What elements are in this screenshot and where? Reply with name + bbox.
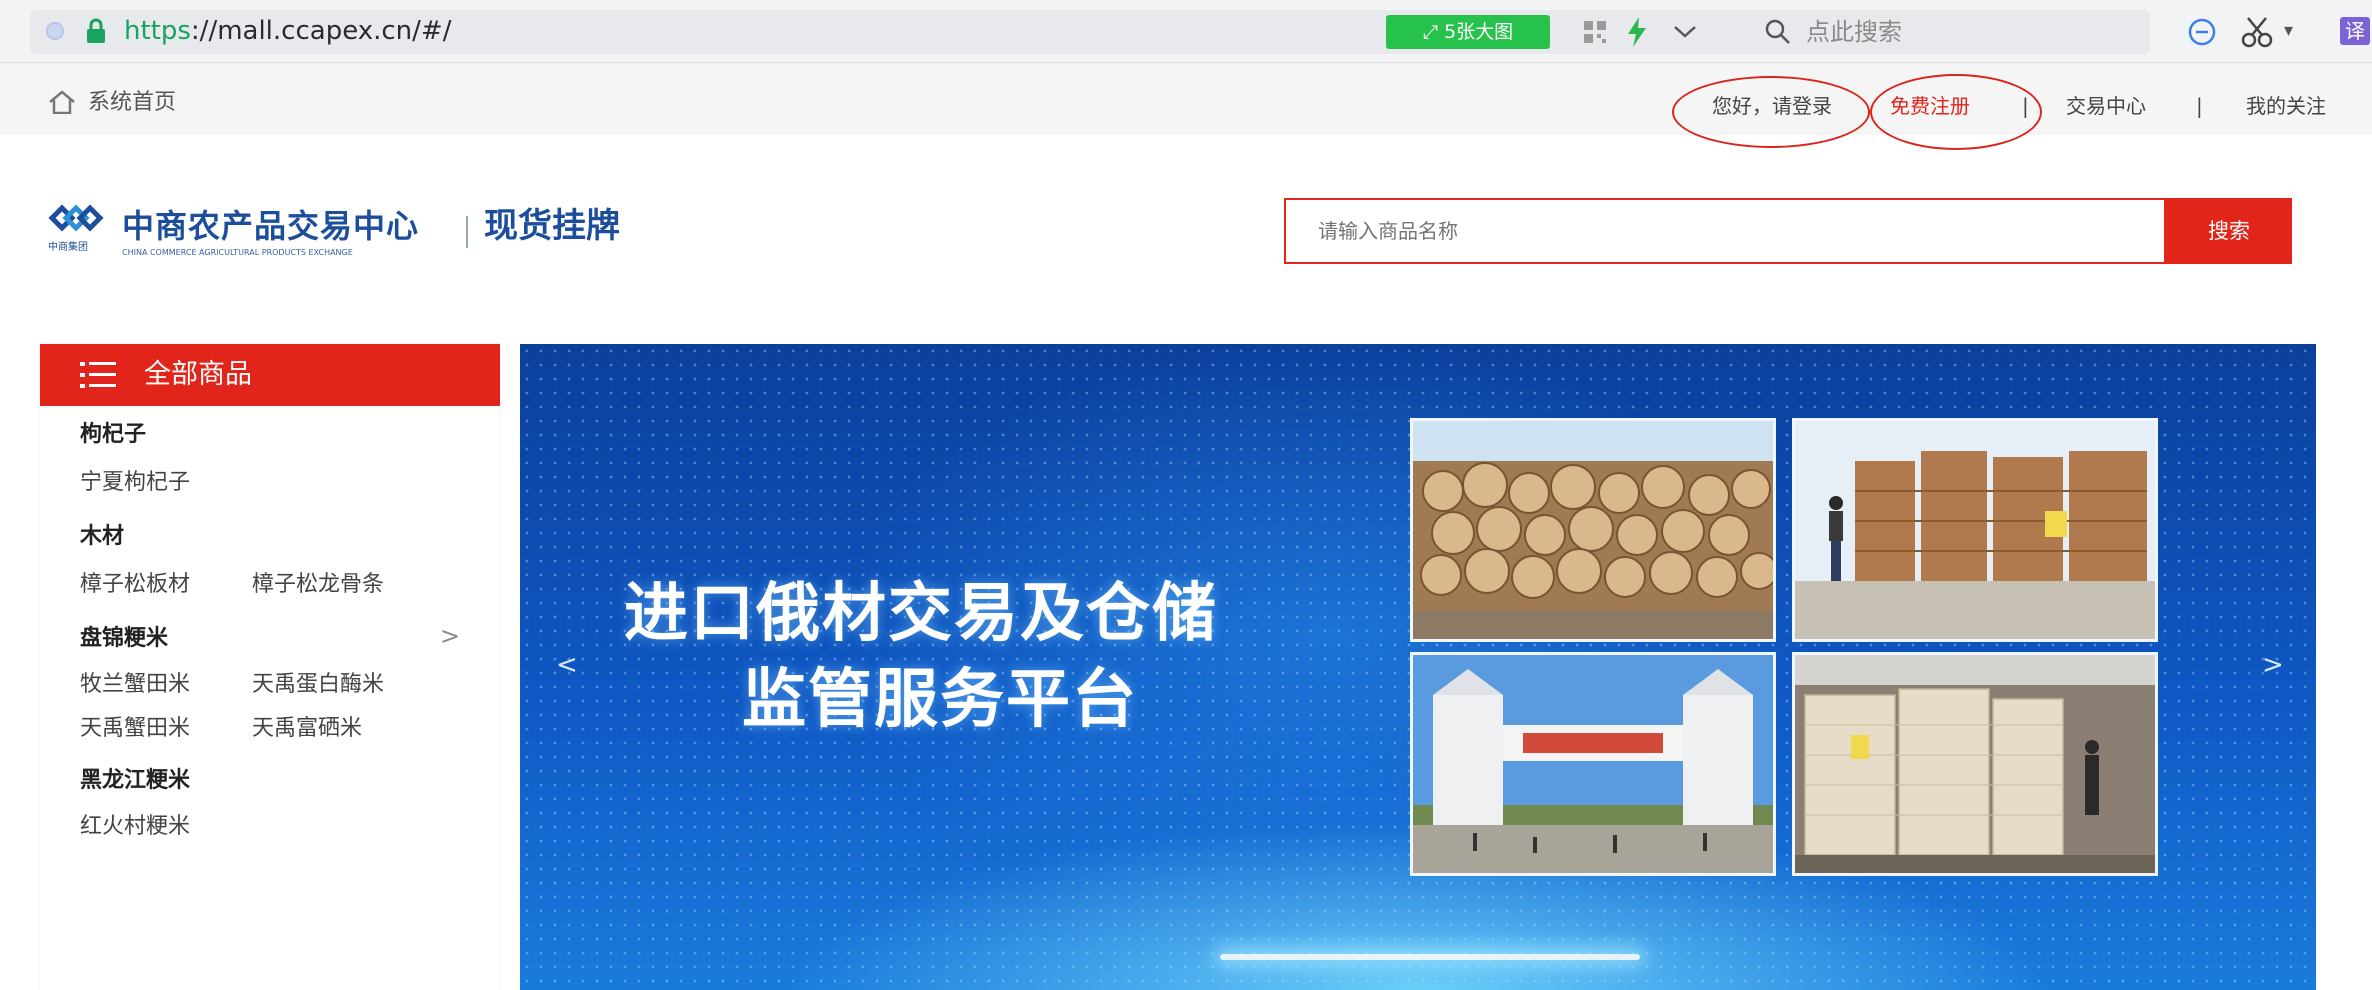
home-link[interactable]: 系统首页 <box>88 88 176 118</box>
category-sidebar-title: 全部商品 <box>144 359 252 390</box>
banner-photo-warehouse <box>1792 652 2158 876</box>
category-heading-heilongjiang-rice[interactable]: 黑龙江粳米 <box>80 766 190 796</box>
scissors-icon[interactable] <box>2240 16 2274 48</box>
carousel-prev-arrow[interactable]: < <box>556 650 578 680</box>
banner-carousel[interactable]: 进口俄材交易及仓储 监管服务平台 < > <box>520 344 2316 990</box>
url-path: ://mall.ccapex.cn/#/ <box>190 16 452 46</box>
logo-title[interactable]: 中商农产品交易中心 <box>122 206 419 246</box>
banner-photo-log-pile <box>1410 418 1776 642</box>
trade-center-link[interactable]: 交易中心 <box>2066 92 2146 120</box>
caret-down-icon[interactable]: ▾ <box>2284 20 2293 41</box>
expand-icon: ⤢ <box>1422 21 1445 43</box>
logo-section-title: 现货挂牌 <box>484 206 620 246</box>
category-item[interactable]: 樟子松板材 <box>80 570 190 600</box>
category-heading-goji[interactable]: 枸杞子 <box>80 420 146 450</box>
product-search-input[interactable] <box>1284 198 2166 264</box>
url-scheme: https <box>124 16 191 46</box>
url-text[interactable]: https://mall.ccapex.cn/#/ <box>124 13 451 49</box>
category-item[interactable]: 牧兰蟹田米 <box>80 670 190 700</box>
category-item[interactable]: 天禹富硒米 <box>252 714 362 744</box>
category-item[interactable]: 宁夏枸杞子 <box>80 468 190 498</box>
category-item[interactable]: 天禹蟹田米 <box>80 714 190 744</box>
banner-title-line-1: 进口俄材交易及仓储 <box>624 576 1218 651</box>
logo-divider <box>466 216 468 248</box>
lock-icon[interactable] <box>86 18 106 44</box>
category-item[interactable]: 红火村粳米 <box>80 812 190 842</box>
banner-photo-lumber-stacks <box>1792 418 2158 642</box>
logo-subtitle-en: CHINA COMMERCE AGRICULTURAL PRODUCTS EXC… <box>122 248 353 257</box>
category-item[interactable]: 樟子松龙骨条 <box>252 570 384 600</box>
search-icon <box>1764 18 1792 46</box>
browser-search-placeholder: 点此搜索 <box>1806 18 1902 46</box>
minus-circle-icon[interactable] <box>2188 18 2216 46</box>
category-heading-panjin-rice[interactable]: 盘锦粳米 <box>80 624 168 654</box>
home-icon[interactable] <box>48 90 76 115</box>
lightning-icon[interactable] <box>1626 17 1648 47</box>
nav-separator: | <box>2196 94 2203 118</box>
banner-photo-port-gate <box>1410 652 1776 876</box>
site-info-icon[interactable] <box>46 22 64 40</box>
logo-mark-icon[interactable]: 中商集团 <box>44 198 110 260</box>
category-heading-wood[interactable]: 木材 <box>80 522 124 552</box>
annotation-circle-register <box>1870 74 2042 150</box>
big-pictures-label: 5张大图 <box>1444 21 1514 43</box>
category-item[interactable]: 天禹蛋白酶米 <box>252 670 384 700</box>
my-follow-link[interactable]: 我的关注 <box>2246 92 2326 120</box>
annotation-circle-login <box>1672 76 1870 148</box>
list-menu-icon <box>80 360 116 390</box>
big-pictures-button[interactable]: ⤢ 5张大图 <box>1386 15 1550 49</box>
qr-code-icon[interactable] <box>1584 21 1606 43</box>
carousel-indicator[interactable] <box>1220 954 1640 960</box>
translate-icon[interactable]: 译 <box>2340 17 2370 45</box>
chevron-down-icon[interactable] <box>1672 20 1698 42</box>
carousel-next-arrow[interactable]: > <box>2262 650 2284 680</box>
banner-title-line-2: 监管服务平台 <box>742 662 1138 737</box>
logo-mark-text: 中商集团 <box>48 240 88 253</box>
chevron-right-icon[interactable]: > <box>440 622 460 650</box>
search-button[interactable]: 搜索 <box>2166 198 2292 264</box>
